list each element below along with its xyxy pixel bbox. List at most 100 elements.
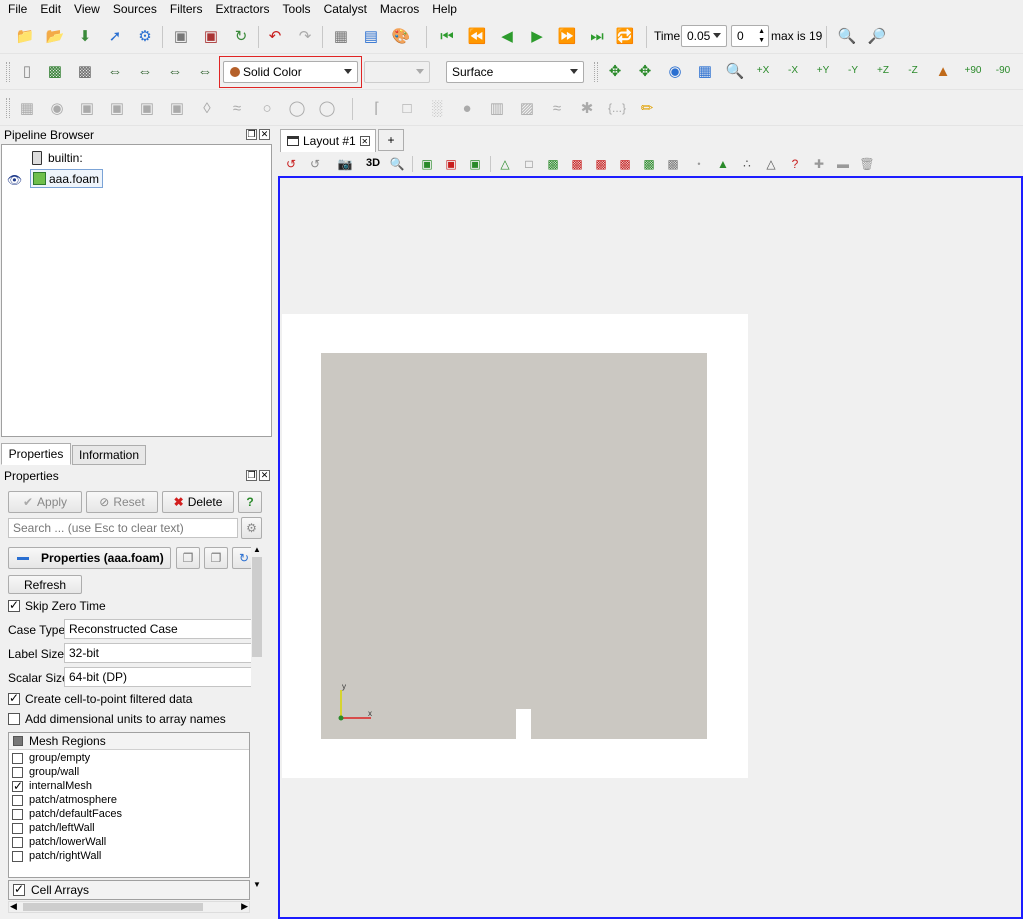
dim-units-row[interactable]: Add dimensional units to array names bbox=[8, 708, 226, 730]
menu-filters[interactable]: Filters bbox=[162, 1, 208, 17]
help-button[interactable]: ? bbox=[238, 491, 262, 513]
close-tab-icon[interactable]: ✕ bbox=[359, 136, 370, 146]
close-panel-icon[interactable]: ✕ bbox=[259, 129, 270, 140]
disconnect-icon[interactable]: ⚙ bbox=[134, 25, 156, 47]
shrink-selection-icon[interactable]: ▩ bbox=[640, 155, 658, 173]
reset-range-icon[interactable]: ▩ bbox=[74, 60, 96, 82]
rotate-minus-90-icon[interactable]: -90 bbox=[992, 60, 1014, 82]
extract-subset-icon[interactable]: ▣ bbox=[166, 97, 188, 119]
scroll-up-icon[interactable]: ▲ bbox=[253, 545, 261, 554]
properties-section-header[interactable]: Properties (aaa.foam) bbox=[8, 547, 171, 569]
extract-level-icon[interactable]: ◯ bbox=[316, 97, 338, 119]
mesh-region-checkbox[interactable] bbox=[12, 794, 23, 806]
trash-icon[interactable]: 🗑 bbox=[858, 155, 876, 173]
select-block-icon[interactable]: □ bbox=[520, 155, 538, 173]
scrollbar-thumb[interactable] bbox=[252, 557, 262, 657]
menu-edit[interactable]: Edit bbox=[32, 1, 66, 17]
representation-combo[interactable]: Surface bbox=[446, 61, 584, 83]
tab-properties[interactable]: Properties bbox=[1, 443, 71, 465]
split-horizontal-icon[interactable]: ↺ bbox=[282, 155, 300, 173]
subtract-selection-icon[interactable]: ▬ bbox=[834, 155, 852, 173]
undo-icon[interactable]: ↶ bbox=[264, 25, 286, 47]
view-plus-x-icon[interactable]: +X bbox=[752, 60, 774, 82]
isometric-view-icon[interactable]: ▲ bbox=[932, 60, 954, 82]
mesh-region-checkbox[interactable] bbox=[12, 822, 23, 834]
float-panel-icon[interactable]: ❐ bbox=[246, 470, 257, 481]
apply-button[interactable]: ✔ Apply bbox=[8, 491, 82, 513]
capture-screenshot-icon[interactable]: 📷 bbox=[336, 155, 354, 173]
toolbar-handle[interactable] bbox=[594, 62, 598, 82]
mesh-region-item[interactable]: group/wall bbox=[12, 765, 247, 779]
reset-camera-icon[interactable]: ✥ bbox=[604, 60, 626, 82]
add-selection-icon[interactable]: ✚ bbox=[810, 155, 828, 173]
select-cells-on-icon[interactable]: ▣ bbox=[418, 155, 436, 173]
zoom-to-data-icon[interactable]: ✥ bbox=[634, 60, 656, 82]
menu-view[interactable]: View bbox=[66, 1, 105, 17]
play-icon[interactable]: ▶ bbox=[526, 25, 548, 47]
copy-properties-button[interactable]: ❐ bbox=[176, 547, 200, 569]
triangle-select-icon[interactable]: ▲ bbox=[714, 155, 732, 173]
reset-button[interactable]: ⊘ Reset bbox=[86, 491, 158, 513]
open-recent-icon[interactable]: 📂 bbox=[44, 25, 66, 47]
mesh-region-checkbox[interactable] bbox=[12, 850, 23, 862]
python-calc-icon[interactable]: ▥ bbox=[486, 97, 508, 119]
mesh-region-item[interactable]: internalMesh bbox=[12, 779, 247, 793]
add-layout-tab-button[interactable]: + bbox=[378, 129, 404, 151]
vertical-scrollbar[interactable]: ▲ ▼ bbox=[251, 545, 263, 889]
cell-centers-icon[interactable]: ✱ bbox=[576, 97, 598, 119]
clip-icon[interactable]: ▣ bbox=[76, 97, 98, 119]
temporal-icon[interactable]: ≈ bbox=[546, 97, 568, 119]
rescale-t-icon[interactable]: ⇔ bbox=[164, 60, 186, 82]
view-minus-z-icon[interactable]: -Z bbox=[902, 60, 924, 82]
select-interactively-icon[interactable]: △ bbox=[762, 155, 780, 173]
next-frame-icon[interactable]: ⏩ bbox=[556, 25, 578, 47]
spin-arrows-icon[interactable]: ▲ ▼ bbox=[758, 27, 765, 45]
threshold-icon[interactable]: ▣ bbox=[136, 97, 158, 119]
view-plus-y-icon[interactable]: +Y bbox=[812, 60, 834, 82]
menu-file[interactable]: File bbox=[0, 1, 32, 17]
mesh-region-checkbox[interactable] bbox=[12, 836, 23, 848]
cell-to-point-row[interactable]: Create cell-to-point filtered data bbox=[8, 688, 192, 710]
eye-visible-icon[interactable]: 👁 bbox=[7, 173, 22, 187]
zoom-selection-icon[interactable]: 🔍 bbox=[724, 60, 746, 82]
close-panel-icon[interactable]: ✕ bbox=[259, 470, 270, 481]
pipeline-item-builtin[interactable]: builtin: bbox=[32, 149, 83, 167]
warp-icon[interactable]: ○ bbox=[256, 97, 278, 119]
zoom-closest-icon[interactable]: ◉ bbox=[664, 60, 686, 82]
query-data-icon[interactable]: 🔎 bbox=[866, 25, 888, 47]
play-backward-icon[interactable]: ◀ bbox=[496, 25, 518, 47]
tab-information[interactable]: Information bbox=[72, 445, 146, 465]
grow-selection-icon[interactable]: ▩ bbox=[616, 155, 634, 173]
mesh-region-checkbox[interactable] bbox=[12, 779, 23, 793]
view-minus-x-icon[interactable]: -X bbox=[782, 60, 804, 82]
zoom-box-icon[interactable]: ▦ bbox=[694, 60, 716, 82]
advanced-settings-button[interactable]: ⚙ bbox=[241, 517, 262, 539]
color-by-combo[interactable]: Solid Color bbox=[223, 61, 358, 83]
zoom-to-box-icon[interactable]: 🔍 bbox=[388, 155, 406, 173]
group-datasets-icon[interactable]: ◯ bbox=[286, 97, 308, 119]
mesh-region-item[interactable]: patch/lowerWall bbox=[12, 835, 247, 849]
horizontal-scrollbar[interactable]: ◀ ▶ bbox=[8, 901, 250, 913]
skip-zero-time-row[interactable]: Skip Zero Time bbox=[8, 595, 106, 617]
palette-icon[interactable]: 🎨 bbox=[390, 25, 412, 47]
paste-properties-button[interactable]: ❐ bbox=[204, 547, 228, 569]
point-label-icon[interactable]: • bbox=[690, 155, 708, 173]
mesh-region-checkbox[interactable] bbox=[12, 752, 23, 764]
edit-color-map-icon[interactable]: ▩ bbox=[44, 60, 66, 82]
hover-cells-icon[interactable]: ▩ bbox=[592, 155, 610, 173]
mesh-region-item[interactable]: patch/defaultFaces bbox=[12, 807, 247, 821]
scroll-left-icon[interactable]: ◀ bbox=[10, 901, 17, 912]
scroll-down-icon[interactable]: ▼ bbox=[253, 880, 261, 889]
save-data-icon[interactable]: ⬇ bbox=[74, 25, 96, 47]
mesh-region-checkbox[interactable] bbox=[12, 766, 23, 778]
glyph-icon[interactable]: ◊ bbox=[196, 97, 218, 119]
previous-frame-icon[interactable]: ⏪ bbox=[466, 25, 488, 47]
cell-help-icon[interactable]: ? bbox=[786, 155, 804, 173]
ruler-icon[interactable]: ✏ bbox=[636, 97, 658, 119]
time-index-spinbox[interactable]: 0 ▲ ▼ bbox=[731, 25, 769, 47]
cell-arrays-header[interactable]: Cell Arrays bbox=[8, 880, 250, 900]
select-frustum-icon[interactable]: △ bbox=[496, 155, 514, 173]
scroll-right-icon[interactable]: ▶ bbox=[241, 901, 248, 912]
load-state-icon[interactable]: ▣ bbox=[200, 25, 222, 47]
rescale-custom-icon[interactable]: ⇔ bbox=[104, 60, 126, 82]
